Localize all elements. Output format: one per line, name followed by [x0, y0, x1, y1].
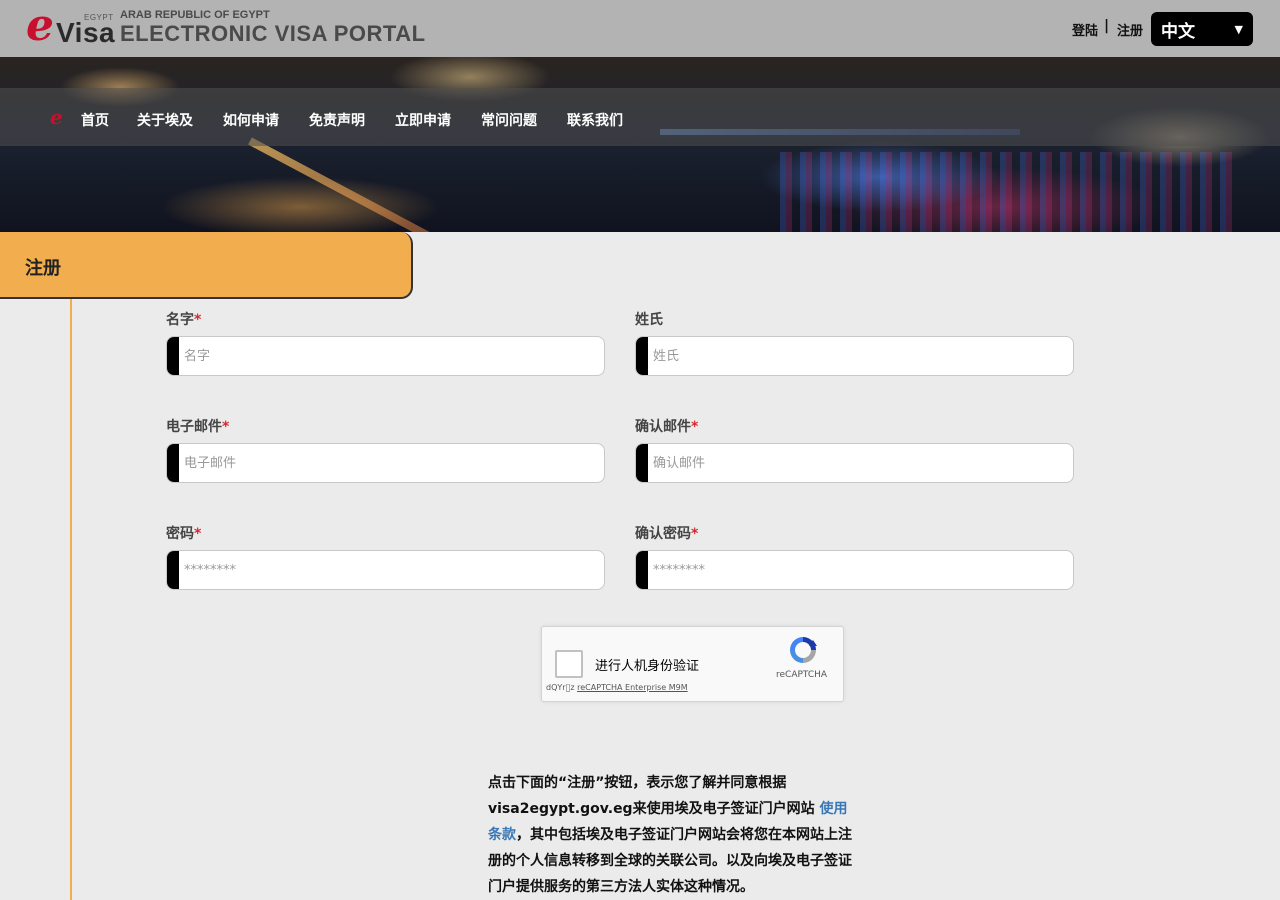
last-name-field-wrap: [635, 336, 1074, 376]
email-input[interactable]: [179, 444, 604, 482]
required-marker: *: [691, 526, 699, 542]
language-selected: 中文: [1161, 21, 1195, 42]
recaptcha-brand: reCAPTCHA: [776, 670, 828, 680]
nav-item-how-to-apply[interactable]: 如何申请: [223, 110, 279, 130]
confirm-email-input[interactable]: [648, 444, 1073, 482]
language-select[interactable]: 中文 ▼: [1151, 12, 1253, 46]
header-separator: |: [1104, 18, 1110, 34]
main-nav: e 首页 关于埃及 如何申请 免责声明 立即申请 常问问题 联系我们: [0, 88, 1280, 146]
nav-item-faq[interactable]: 常问问题: [481, 110, 537, 130]
nav-item-about-egypt[interactable]: 关于埃及: [137, 110, 193, 130]
recaptcha-footer: dQYr z reCAPTCHA Enterprise M9M: [546, 683, 688, 692]
required-marker: *: [691, 419, 699, 435]
recaptcha-widget: 进行人机身份验证 reCAPTCHA dQYr z reCAPTCHA Ente…: [541, 626, 844, 702]
login-link[interactable]: 登陆: [1072, 20, 1098, 39]
section-divider: [70, 299, 72, 900]
confirm-password-label: 确认密码*: [635, 526, 699, 542]
nav-item-contact-us[interactable]: 联系我们: [567, 110, 623, 130]
evisa-logo[interactable]: e EGYPT Visa: [26, 2, 116, 52]
password-input[interactable]: [179, 551, 604, 589]
confirm-email-field-wrap: [635, 443, 1074, 483]
chevron-down-icon: ▼: [1234, 22, 1243, 36]
nav-item-home[interactable]: 首页: [81, 110, 109, 130]
recaptcha-checkbox[interactable]: [555, 650, 583, 678]
first-name-field-wrap: [166, 336, 605, 376]
confirm-email-label: 确认邮件*: [635, 419, 699, 435]
banner-decoration: [248, 137, 464, 232]
first-name-input[interactable]: [179, 337, 604, 375]
password-label: 密码*: [166, 526, 202, 542]
logo-e-mark: e: [26, 0, 54, 51]
confirm-password-input[interactable]: [648, 551, 1073, 589]
logo-visa-text: Visa: [56, 17, 116, 48]
email-label: 电子邮件*: [166, 419, 230, 435]
banner-decoration: [780, 152, 1240, 232]
top-bar: e EGYPT Visa ARAB REPUBLIC OF EGYPT ELEC…: [0, 0, 1280, 57]
required-marker: *: [194, 526, 202, 542]
portal-title: ELECTRONIC VISA PORTAL: [120, 21, 426, 46]
confirm-password-field-wrap: [635, 550, 1074, 590]
last-name-label: 姓氏: [635, 312, 663, 328]
terms-notice: 点击下面的“注册”按钮，表示您了解并同意根据 visa2egypt.gov.eg…: [488, 775, 852, 895]
password-field-wrap: [166, 550, 605, 590]
last-name-input[interactable]: [648, 337, 1073, 375]
nav-item-disclaimer[interactable]: 免责声明: [309, 110, 365, 130]
portal-subtitle: ARAB REPUBLIC OF EGYPT: [120, 9, 270, 21]
nav-logo-icon[interactable]: e: [50, 107, 63, 127]
first-name-label: 名字*: [166, 312, 202, 328]
nav-item-apply-now[interactable]: 立即申请: [395, 110, 451, 130]
recaptcha-terms-link[interactable]: reCAPTCHA Enterprise M9M: [577, 683, 688, 692]
recaptcha-logo-icon: [790, 637, 817, 663]
register-link[interactable]: 注册: [1117, 20, 1143, 39]
page-title: 注册: [25, 258, 61, 279]
section-tab: 注册: [0, 232, 413, 299]
required-marker: *: [194, 312, 202, 328]
recaptcha-label: 进行人机身份验证: [595, 659, 700, 674]
email-field-wrap: [166, 443, 605, 483]
required-marker: *: [222, 419, 230, 435]
